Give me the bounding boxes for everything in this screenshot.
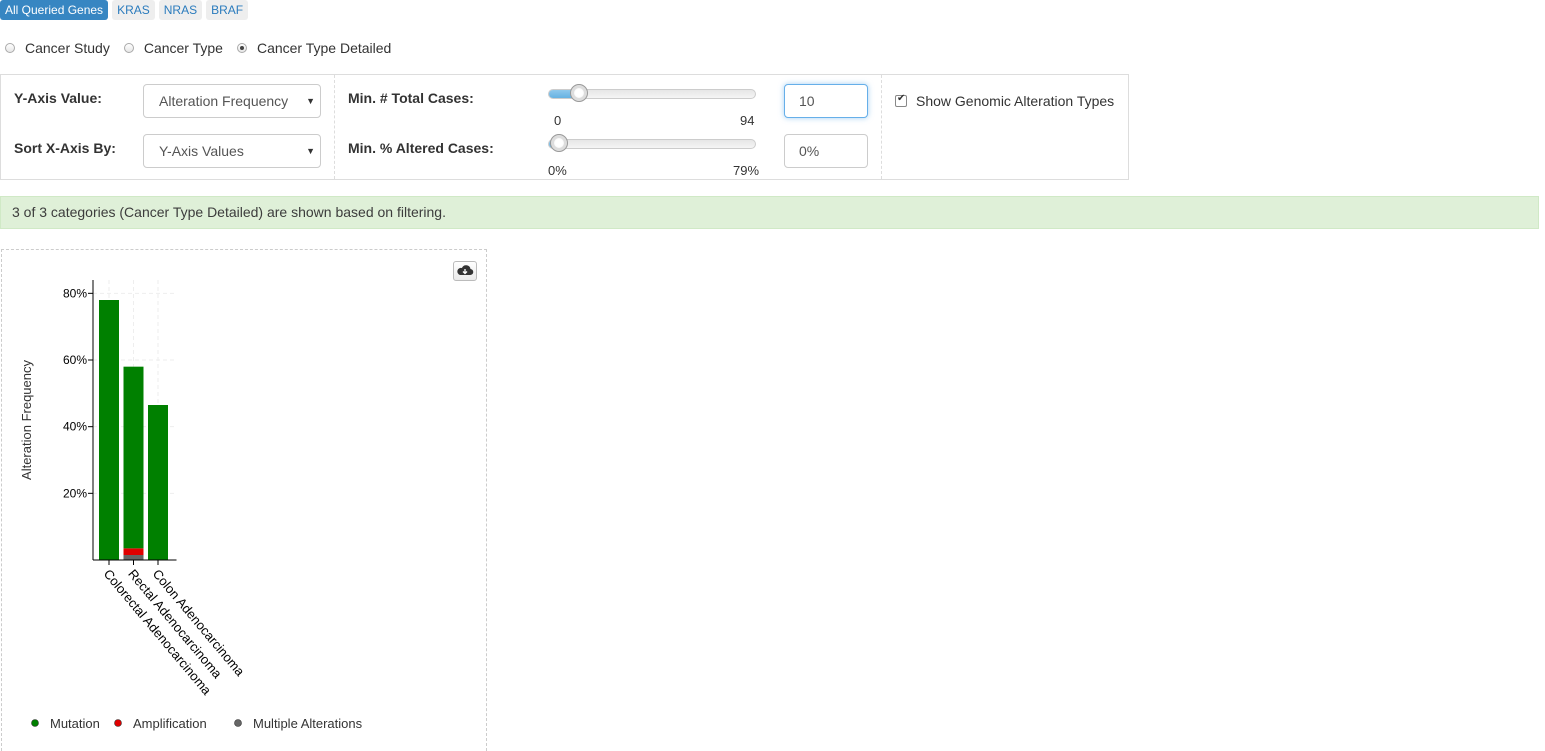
sort-x-axis-select[interactable]: Y-Axis Values ▼ bbox=[143, 134, 321, 168]
min-total-cases-max: 94 bbox=[740, 113, 755, 128]
y-axis-value-label: Y-Axis Value: bbox=[14, 90, 102, 106]
radio-button[interactable] bbox=[123, 43, 134, 53]
filter-status-alert: 3 of 3 categories (Cancer Type Detailed)… bbox=[0, 196, 1539, 229]
radio-label: Cancer Study bbox=[25, 40, 110, 56]
y-tick-label: 40% bbox=[63, 420, 87, 434]
radio-button[interactable] bbox=[5, 43, 15, 53]
y-tick-label: 60% bbox=[63, 353, 87, 367]
show-alteration-types-toggle[interactable]: Show Genomic Alteration Types bbox=[895, 93, 1114, 109]
min-altered-cases-max: 79% bbox=[733, 163, 760, 178]
bar-multiple-alterations bbox=[123, 555, 144, 560]
tab-nras[interactable]: NRAS bbox=[158, 0, 203, 20]
bar-amplification bbox=[123, 548, 144, 555]
radio-label: Cancer Type Detailed bbox=[256, 40, 392, 56]
show-alteration-types-label: Show Genomic Alteration Types bbox=[916, 93, 1115, 109]
group-by-options: Cancer Study Cancer Type Cancer Type Det… bbox=[5, 40, 405, 56]
x-axis-labels: Colorectal AdenocarcinomaRectal Adenocar… bbox=[101, 566, 248, 698]
tab-braf[interactable]: BRAF bbox=[206, 0, 249, 20]
bar-mutation bbox=[123, 366, 144, 549]
radio-label: Cancer Type bbox=[143, 40, 223, 56]
y-axis-value-select[interactable]: Alteration Frequency ▼ bbox=[143, 84, 321, 118]
tab-all-queried-genes[interactable]: All Queried Genes bbox=[0, 0, 109, 20]
y-tick-label: 80% bbox=[63, 286, 87, 300]
slider-handle[interactable] bbox=[550, 134, 568, 152]
chart-controls-panel: Y-Axis Value: Alteration Frequency ▼ Sor… bbox=[0, 74, 1129, 180]
tab-kras[interactable]: KRAS bbox=[112, 0, 155, 20]
divider bbox=[334, 75, 335, 179]
slider-handle[interactable] bbox=[569, 84, 588, 102]
show-alteration-types-checkbox[interactable] bbox=[895, 93, 907, 107]
radio-cancer-study[interactable]: Cancer Study bbox=[5, 40, 110, 56]
min-altered-cases-label: Min. % Altered Cases: bbox=[348, 140, 494, 156]
min-total-cases-slider[interactable] bbox=[548, 84, 756, 102]
sort-x-axis-label: Sort X-Axis By: bbox=[14, 140, 116, 156]
chart-legend: Mutation Amplification Multiple Alteration… bbox=[31, 716, 363, 731]
y-axis-title: Alteration Frequency bbox=[19, 360, 34, 480]
radio-cancer-type[interactable]: Cancer Type bbox=[123, 40, 223, 56]
bar-mutation bbox=[148, 405, 168, 560]
min-altered-cases-input[interactable] bbox=[784, 134, 868, 168]
radio-button-selected[interactable] bbox=[236, 43, 247, 53]
min-total-cases-min: 0 bbox=[554, 113, 562, 128]
alteration-frequency-chart: 20% 40% 60% 80% Alteration Frequency Colore… bbox=[19, 280, 363, 731]
legend-label: Amplification bbox=[133, 716, 207, 731]
caret-down-icon: ▼ bbox=[306, 96, 315, 106]
legend-label: Mutation bbox=[50, 716, 100, 731]
caret-down-icon: ▼ bbox=[306, 146, 315, 156]
legend-swatch bbox=[114, 719, 122, 727]
legend-swatch bbox=[31, 719, 39, 727]
legend-swatch bbox=[234, 719, 242, 727]
radio-cancer-type-detailed[interactable]: Cancer Type Detailed bbox=[236, 40, 392, 56]
sort-x-axis-selected: Y-Axis Values bbox=[159, 143, 244, 159]
y-axis-value-selected: Alteration Frequency bbox=[159, 93, 289, 109]
min-total-cases-input[interactable] bbox=[784, 84, 868, 118]
y-tick-label: 20% bbox=[63, 486, 87, 500]
min-altered-cases-slider[interactable] bbox=[548, 134, 756, 152]
bar-mutation bbox=[99, 300, 119, 560]
divider bbox=[881, 75, 882, 179]
legend-label: Multiple Alterations bbox=[253, 716, 363, 731]
chart-panel: 20% 40% 60% 80% Alteration Frequency Colore… bbox=[1, 249, 487, 751]
min-total-cases-label: Min. # Total Cases: bbox=[348, 90, 474, 106]
gene-tabs: All Queried Genes KRAS NRAS BRAF bbox=[0, 0, 249, 20]
min-altered-cases-min: 0% bbox=[548, 163, 567, 178]
